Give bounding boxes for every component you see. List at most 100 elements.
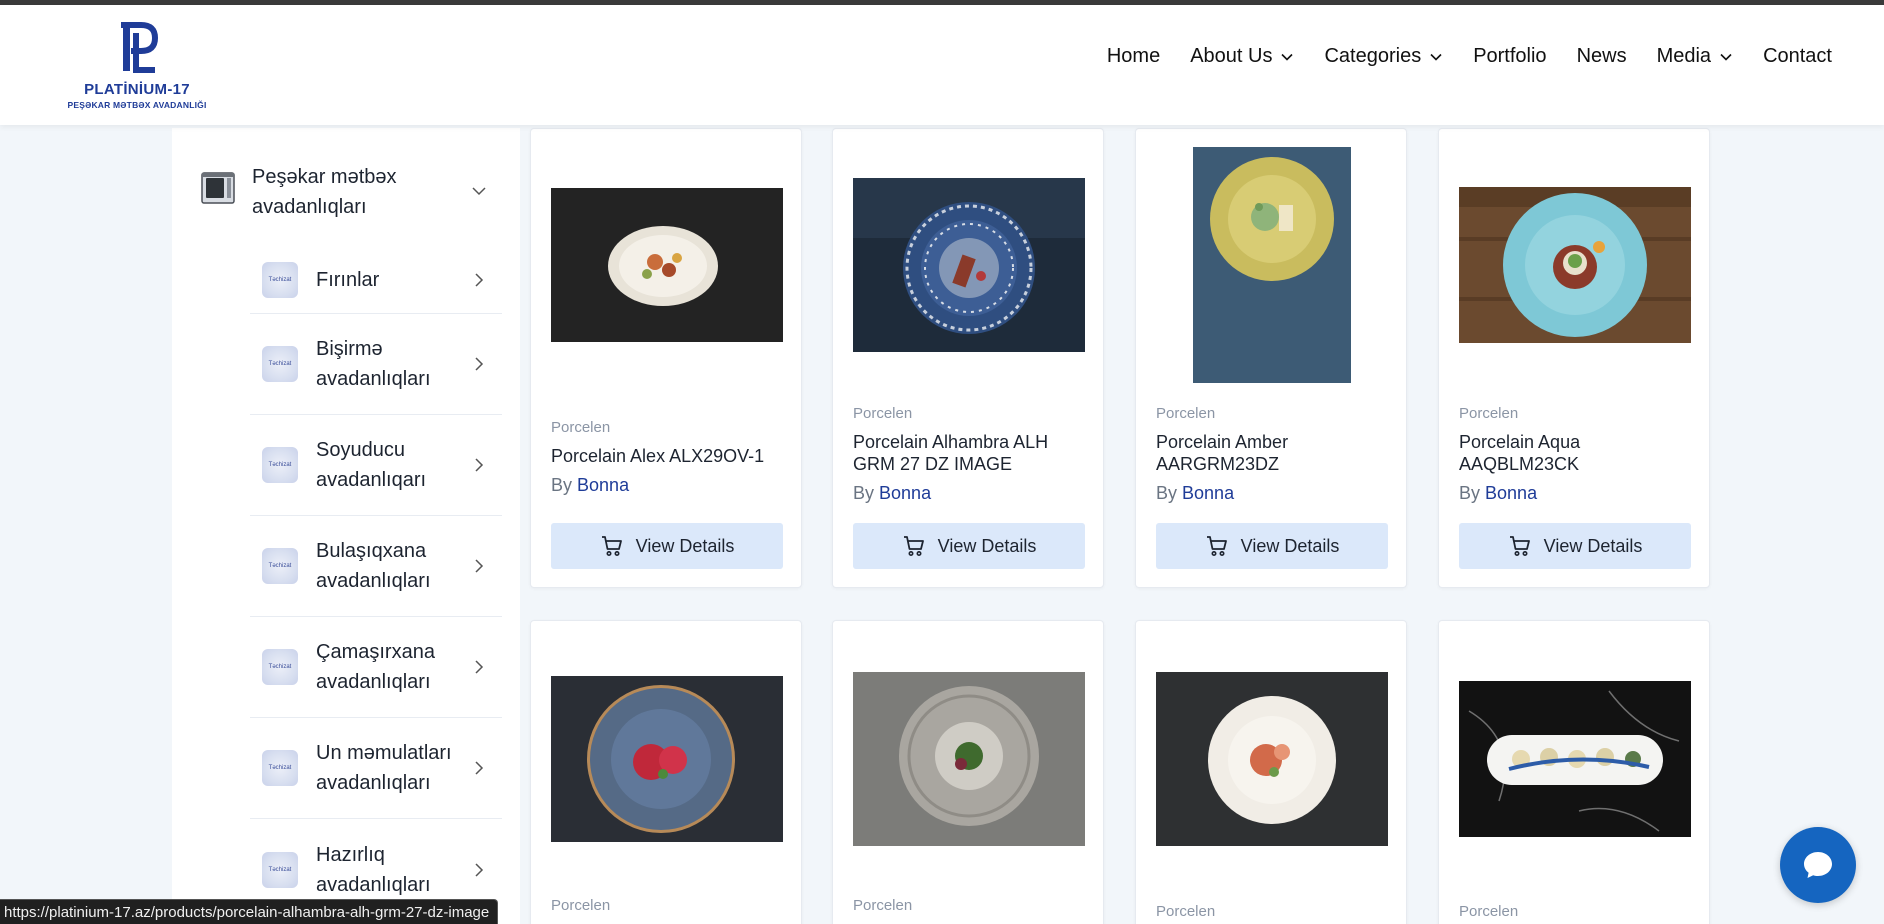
browser-status-url: https://platinium-17.az/products/porcela…: [0, 899, 499, 924]
product-card[interactable]: Porcelen: [1135, 620, 1407, 924]
product-category: Porcelen: [1459, 405, 1519, 422]
view-details-label: View Details: [937, 535, 1037, 556]
subcategory-thumb: Təchizat: [262, 346, 298, 382]
subcategory-item[interactable]: Təchizat Bulaşıqxana avadanlıqları: [250, 516, 502, 617]
subcategory-label: Soyuducu avadanlıqarı: [316, 439, 427, 491]
nav-home-label: Home: [1106, 45, 1161, 67]
brand-link[interactable]: Bonna: [879, 483, 931, 503]
product-image[interactable]: [1156, 147, 1388, 383]
product-title[interactable]: Porcelain Aqua AAQBLM23CK: [1459, 431, 1691, 475]
subcategory-item[interactable]: Təchizat Un məmulatları avadanlıqları: [250, 718, 502, 819]
view-details-label: View Details: [1543, 535, 1643, 556]
category-label: Peşəkar mətbəx avadanlıqları: [252, 166, 397, 218]
product-photo: [1459, 187, 1691, 343]
product-title[interactable]: Porcelain Amber AARGRM23DZ: [1156, 431, 1388, 475]
product-image[interactable]: [853, 641, 1085, 877]
subcategory-label: Bişirmə avadanlıqları: [316, 338, 431, 390]
subcategory-thumb: Təchizat: [262, 649, 298, 685]
product-category: Porcelen: [551, 897, 611, 914]
product-title[interactable]: Porcelain Alex ALX29OV-1: [551, 445, 783, 467]
by-label: By: [853, 483, 875, 503]
by-label: By: [551, 475, 573, 495]
cart-icon: [1509, 536, 1530, 556]
chat-icon: [1804, 852, 1832, 878]
view-details-button[interactable]: View Details: [551, 523, 783, 569]
subcategory-item[interactable]: Təchizat Bişirmə avadanlıqları: [250, 314, 502, 415]
nav-categories[interactable]: Categories: [1324, 45, 1443, 68]
chevron-down-icon: [1281, 53, 1294, 61]
product-card[interactable]: Porcelen: [832, 620, 1104, 924]
product-image[interactable]: [1459, 641, 1691, 877]
product-category: Porcelen: [1156, 405, 1216, 422]
product-photo: [1156, 672, 1388, 846]
view-details-label: View Details: [1240, 535, 1340, 556]
chat-widget-button[interactable]: [1780, 827, 1856, 903]
chevron-right-icon: [475, 660, 484, 674]
nav-portfolio[interactable]: Portfolio: [1473, 45, 1546, 68]
subcategory-item[interactable]: Təchizat Fırınlar: [250, 246, 502, 314]
product-card[interactable]: Porcelen Porcelain Alhambra ALH GRM 27 D…: [832, 128, 1104, 588]
nav-home[interactable]: Home: [1107, 45, 1160, 68]
by-label: By: [1459, 483, 1481, 503]
nav-about-label: About Us: [1190, 45, 1273, 67]
product-photo: [853, 178, 1085, 352]
logo-mark-icon: [121, 22, 159, 73]
product-photo: [551, 188, 783, 342]
cart-icon: [903, 536, 924, 556]
brand-link[interactable]: Bonna: [1182, 483, 1234, 503]
site-header: PLATİNİUM-17 PEŞƏKAR MƏTBƏX AVADANLIĞI H…: [0, 5, 1884, 125]
chevron-down-icon: [1430, 53, 1442, 61]
product-category: Porcelen: [1156, 903, 1216, 920]
product-image[interactable]: [853, 147, 1085, 383]
cart-icon: [1206, 536, 1227, 556]
chevron-right-icon: [475, 272, 484, 287]
product-by: By Bonna: [1459, 483, 1537, 504]
product-photo: [853, 672, 1085, 846]
view-details-button[interactable]: View Details: [853, 523, 1085, 569]
chevron-right-icon: [475, 357, 484, 371]
nav-news[interactable]: News: [1577, 45, 1627, 68]
site-logo[interactable]: PLATİNİUM-17 PEŞƏKAR MƏTBƏX AVADANLIĞI: [62, 19, 212, 119]
by-label: By: [1156, 483, 1178, 503]
subcategory-item[interactable]: Təchizat Çamaşırxana avadanlıqları: [250, 617, 502, 718]
product-image[interactable]: [551, 147, 783, 383]
product-photo: [551, 676, 783, 842]
brand-link[interactable]: Bonna: [1485, 483, 1537, 503]
logo-subtitle: PEŞƏKAR MƏTBƏX AVADANLIĞI: [67, 100, 207, 110]
chevron-down-icon: [1720, 53, 1732, 61]
subcategory-label: Çamaşırxana avadanlıqları: [316, 641, 435, 693]
product-title[interactable]: Porcelain Alhambra ALH GRM 27 DZ IMAGE: [853, 431, 1085, 475]
product-category: Porcelen: [853, 405, 913, 422]
chevron-right-icon: [475, 761, 484, 775]
subcategory-thumb: Təchizat: [262, 851, 298, 888]
nav-contact[interactable]: Contact: [1763, 45, 1832, 68]
category-header[interactable]: Peşəkar mətbəx avadanlıqları: [200, 162, 500, 222]
subcategory-label: Bulaşıqxana avadanlıqları: [316, 540, 431, 592]
product-card[interactable]: Porcelen Porcelain Alex ALX29OV-1 By Bon…: [530, 128, 802, 588]
view-details-button[interactable]: View Details: [1156, 523, 1388, 569]
product-card[interactable]: Porcelen Porcelain Aqua AAQBLM23CK By Bo…: [1438, 128, 1710, 588]
nav-categories-label: Categories: [1324, 45, 1422, 67]
brand-link[interactable]: Bonna: [577, 475, 629, 495]
product-image[interactable]: [1156, 641, 1388, 877]
product-card[interactable]: Porcelen: [530, 620, 802, 924]
product-card[interactable]: Porcelen Porcelain Amber AARGRM23DZ By B…: [1135, 128, 1407, 588]
subcategory-label: Fırınlar: [316, 268, 380, 291]
product-category: Porcelen: [551, 419, 611, 436]
subcategory-label: Hazırlıq avadanlıqları: [316, 843, 431, 896]
nav-media[interactable]: Media: [1657, 45, 1733, 68]
product-image[interactable]: [1459, 147, 1691, 383]
nav-news-label: News: [1576, 45, 1627, 67]
chevron-right-icon: [475, 458, 484, 472]
product-card[interactable]: Porcelen: [1438, 620, 1710, 924]
nav-contact-label: Contact: [1763, 45, 1832, 67]
subcategory-item[interactable]: Təchizat Soyuducu avadanlıqarı: [250, 415, 502, 516]
oven-icon: [201, 172, 235, 204]
view-details-button[interactable]: View Details: [1459, 523, 1691, 569]
product-photo: [1193, 147, 1351, 383]
chevron-down-icon[interactable]: [470, 182, 488, 200]
product-by: By Bonna: [551, 475, 629, 496]
logo-name: PLATİNİUM-17: [84, 81, 190, 98]
nav-about[interactable]: About Us: [1190, 45, 1294, 68]
product-image[interactable]: [551, 641, 783, 877]
